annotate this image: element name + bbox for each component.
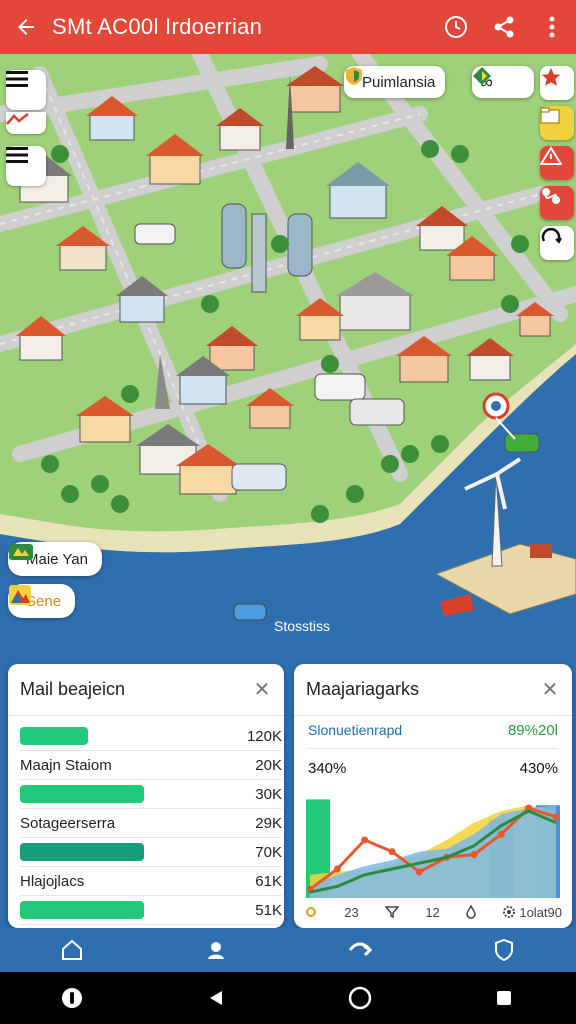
profile-icon[interactable] xyxy=(196,930,236,970)
list-item-value: 51K xyxy=(255,901,282,919)
map-illustration xyxy=(0,54,576,674)
back-arrow-icon[interactable] xyxy=(0,0,52,54)
chart-right-value: 430% xyxy=(519,760,558,777)
settings-icon xyxy=(503,906,516,918)
route-icon[interactable] xyxy=(540,186,574,220)
route-chip[interactable]: ∞ xyxy=(472,66,534,98)
progress-bar xyxy=(20,843,144,861)
diamond-icon xyxy=(473,67,491,85)
layers-button[interactable] xyxy=(6,146,46,186)
list-item-value: 61K xyxy=(255,872,282,890)
app-bar: SMt AC00l Irdoerrian xyxy=(0,0,576,54)
chart-stat: 89%20l xyxy=(507,722,558,739)
list-item[interactable]: 70K xyxy=(20,838,282,867)
share-icon[interactable] xyxy=(340,930,380,970)
progress-bar xyxy=(20,727,88,745)
chart-point xyxy=(470,851,478,858)
chart-card-header: Maajariagarks ✕ xyxy=(294,664,572,716)
stats-card: Mail beajeicn ✕ 120K Maajn Staiom 20K 30K So… xyxy=(8,664,284,928)
system-nav-bar xyxy=(0,972,576,1024)
drop-icon xyxy=(466,905,476,919)
list-item[interactable]: 30K xyxy=(20,780,282,809)
chart-point xyxy=(361,836,369,844)
chart-point xyxy=(497,830,505,838)
menu-button[interactable] xyxy=(6,70,46,110)
home-icon[interactable] xyxy=(52,930,92,970)
chart-footer-c-wrap: 1olat90 xyxy=(502,905,562,920)
list-item-label: Sotageerserra xyxy=(20,814,116,832)
refresh-icon[interactable] xyxy=(540,226,574,260)
list-item-label: Hlajojlacs xyxy=(20,872,85,890)
filter-icon xyxy=(385,906,400,918)
list-item[interactable]: Hlajojlacs 61K xyxy=(20,867,282,896)
scene-chip[interactable]: Sene xyxy=(8,584,76,618)
shield-badge-icon xyxy=(346,67,362,85)
menu-icon xyxy=(6,71,28,87)
recents-nav-icon[interactable] xyxy=(482,976,526,1020)
shield-icon[interactable] xyxy=(484,930,524,970)
chart-footer-a: 23 xyxy=(344,904,359,920)
landscape-icon xyxy=(9,585,31,605)
more-vert-icon[interactable] xyxy=(528,0,576,54)
list-item[interactable]: Maajn Staiom 20K xyxy=(20,751,282,780)
chart-point xyxy=(415,868,423,876)
stats-card-title: Mail beajeicn xyxy=(20,679,126,699)
progress-bar xyxy=(20,901,144,919)
list-item-value: 30K xyxy=(255,785,282,803)
chart-card-title: Maajariagarks xyxy=(306,679,420,699)
place-chip-label: Maie Yan xyxy=(26,550,88,568)
list-item-value: 20K xyxy=(255,756,282,774)
list-item-label xyxy=(20,727,226,745)
list-item-value: 29K xyxy=(255,814,282,832)
folder-icon[interactable] xyxy=(540,106,574,140)
list-item-label xyxy=(20,901,226,919)
progress-bar xyxy=(20,785,144,803)
chart-footer-c: 1olat90 xyxy=(519,904,562,920)
warning-icon[interactable] xyxy=(540,146,574,180)
back-nav-icon[interactable] xyxy=(194,976,238,1020)
list-item-value: 70K xyxy=(255,843,282,861)
chart-point xyxy=(388,848,396,856)
city-map[interactable]: Puimlansia ∞ Maie Yan Sene Stosstiss xyxy=(0,54,576,674)
water-label: Stosstiss xyxy=(274,618,331,634)
location-chip[interactable]: Puimlansia xyxy=(344,66,446,98)
chart-divider xyxy=(308,748,558,749)
home-nav-icon[interactable] xyxy=(338,976,382,1020)
clock-icon[interactable] xyxy=(432,0,480,54)
list-item[interactable]: 120K xyxy=(20,722,282,751)
list-item-label xyxy=(20,785,226,803)
stats-card-header: Mail beajeicn ✕ xyxy=(8,664,284,716)
accessibility-icon[interactable] xyxy=(50,976,94,1020)
chart-footer: 23 12 1olat90 xyxy=(304,902,562,922)
list-item-label: Maajn Staiom xyxy=(20,756,112,774)
place-chip[interactable]: Maie Yan xyxy=(8,542,102,576)
list-item[interactable]: 51K xyxy=(20,896,282,925)
list-item-value: 120K xyxy=(246,727,282,745)
list-item[interactable]: Sotageerserra 29K xyxy=(20,809,282,838)
close-icon[interactable]: ✕ xyxy=(540,677,560,702)
close-icon[interactable]: ✕ xyxy=(252,677,272,702)
chart-left-value: 340% xyxy=(308,760,347,777)
location-chip-label: Puimlansia xyxy=(362,73,436,91)
menu-icon xyxy=(6,147,28,163)
list-item-label xyxy=(20,843,226,861)
trend-icon xyxy=(6,112,46,134)
chart-point xyxy=(552,813,560,821)
bottom-nav xyxy=(0,928,576,972)
chart-card: Maajariagarks ✕ Slonuetienrapd 89%20l 34… xyxy=(294,664,572,928)
chart-subtitle: Slonuetienrapd xyxy=(308,722,403,738)
chart-point xyxy=(333,865,341,873)
app-title: SMt AC00l Irdoerrian xyxy=(52,14,263,39)
chart-footer-b: 12 xyxy=(425,904,440,920)
star-icon[interactable] xyxy=(540,66,574,100)
share-icon[interactable] xyxy=(480,0,528,54)
sun-icon xyxy=(306,907,316,917)
map-badge-icon xyxy=(9,544,33,560)
area-chart xyxy=(306,799,560,898)
